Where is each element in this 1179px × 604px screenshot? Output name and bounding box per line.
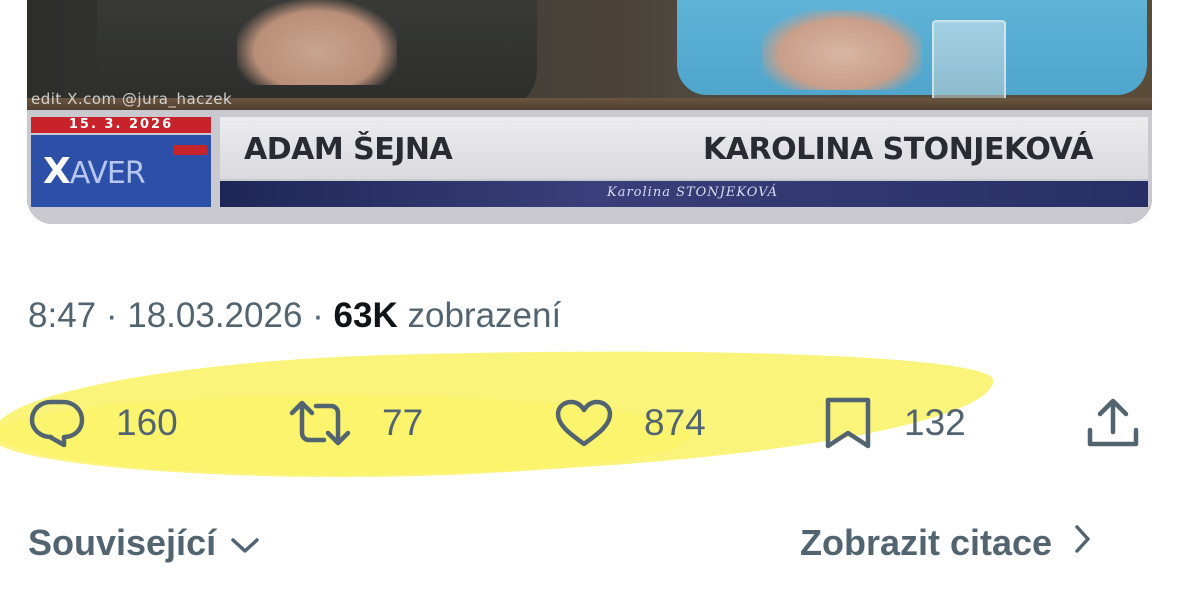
share-button[interactable]	[1085, 395, 1141, 451]
logo-main: X	[43, 150, 71, 192]
like-count: 874	[644, 402, 706, 443]
like-button[interactable]: 874	[554, 395, 706, 451]
tweet-time[interactable]: 8:47	[28, 296, 96, 335]
broadcast-date: 15. 3. 2026	[31, 117, 211, 133]
reply-count: 160	[116, 402, 178, 443]
retweet-icon	[288, 399, 352, 447]
retweet-count: 77	[382, 402, 424, 443]
image-credit: edit X.com @jura_haczek	[31, 90, 233, 108]
related-dropdown[interactable]: Související	[28, 522, 260, 564]
reply-button[interactable]: 160	[28, 395, 178, 451]
tweet-date[interactable]: 18.03.2026	[127, 296, 302, 335]
retweet-button[interactable]: 77	[288, 395, 423, 451]
quotes-label: Zobrazit citace	[800, 522, 1053, 563]
logo-rest: AVER	[69, 155, 146, 191]
tweet-media-image[interactable]: edit X.com @jura_haczek 15. 3. 2026 XAVE…	[27, 0, 1152, 224]
guest-left-hands	[237, 0, 397, 85]
bookmark-button[interactable]: 132	[822, 395, 966, 451]
bookmark-icon	[822, 396, 874, 450]
guest-right-hands	[762, 10, 922, 90]
chevron-down-icon	[216, 522, 260, 564]
share-icon	[1085, 396, 1141, 450]
guest-name-left: ADAM ŠEJNA	[244, 132, 453, 167]
like-icon	[554, 398, 614, 448]
chevron-right-icon	[1052, 522, 1092, 564]
logo-accent	[173, 145, 207, 155]
view-quotes-link[interactable]: Zobrazit citace	[800, 522, 1092, 564]
subtitle-text: Karolina STONJEKOVÁ	[607, 185, 779, 200]
reply-icon	[28, 398, 86, 448]
guest-name-right: KAROLINA STONJEKOVÁ	[703, 132, 1093, 167]
views-count: 63K	[333, 296, 398, 335]
bookmark-count: 132	[904, 402, 966, 443]
water-glass	[932, 20, 1006, 109]
meta-separator: ·	[312, 296, 334, 335]
related-label: Související	[28, 522, 217, 563]
meta-separator: ·	[105, 296, 128, 335]
channel-logo: XAVER	[31, 135, 211, 207]
views-label: zobrazení	[407, 296, 562, 335]
tweet-meta: 8:47 · 18.03.2026 · 63K zobrazení	[28, 296, 561, 336]
